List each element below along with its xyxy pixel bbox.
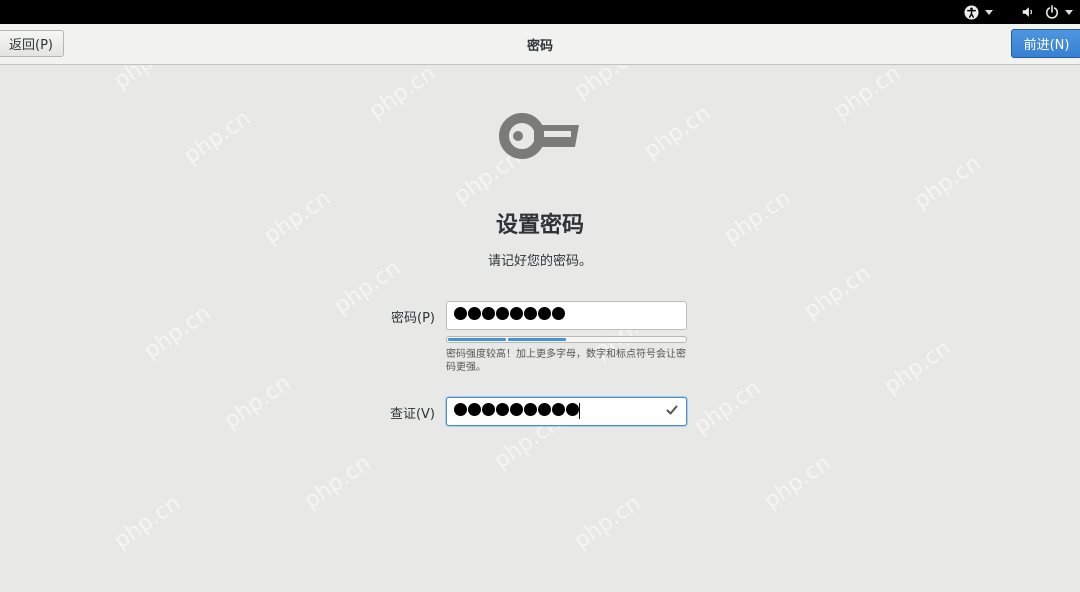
password-dot <box>510 307 523 320</box>
header-bar: 密码 返回(P) 前进(N) <box>0 24 1080 65</box>
accessibility-menu[interactable] <box>964 0 993 24</box>
section-title: 设置密码 <box>495 213 584 238</box>
checkmark-icon <box>666 405 678 415</box>
password-dot <box>538 307 551 320</box>
page-title: 密码 <box>526 38 553 54</box>
password-dot <box>538 403 551 416</box>
watermark-text: php.cn <box>299 450 376 515</box>
power-icon <box>1045 5 1059 19</box>
password-dot <box>482 307 495 320</box>
password-field[interactable] <box>446 301 687 330</box>
watermark-text: php.cn <box>909 150 986 215</box>
watermark-text: php.cn <box>109 490 186 555</box>
watermark-text: php.cn <box>759 450 836 515</box>
watermark-text: php.cn <box>569 490 646 555</box>
password-dot <box>468 403 481 416</box>
chevron-down-icon <box>1065 9 1073 15</box>
password-dot <box>454 403 467 416</box>
strength-segment <box>627 338 685 341</box>
watermark-text: php.cn <box>879 335 956 400</box>
strength-segment <box>448 338 506 341</box>
watermark-text: php.cn <box>139 300 216 365</box>
confirm-label: 查证(V) <box>389 407 435 422</box>
volume-icon <box>1022 7 1033 17</box>
password-label: 密码(P) <box>391 311 435 326</box>
password-dot <box>524 307 537 320</box>
password-strength-hint: 密码强度较高！加上更多字母，数字和标点符号会让密码更强。 <box>446 349 686 373</box>
watermark-text: php.cn <box>219 370 296 435</box>
password-dot <box>552 403 565 416</box>
password-dot <box>566 403 579 416</box>
strength-segment <box>507 338 566 341</box>
watermark-text: php.cn <box>364 60 441 125</box>
confirm-masked-value <box>454 403 579 416</box>
password-dot <box>468 307 481 320</box>
password-dot <box>496 307 509 320</box>
accessibility-icon <box>964 4 979 20</box>
next-button[interactable]: 前进(N) <box>1011 29 1080 58</box>
password-dot <box>552 307 565 320</box>
watermark-text: php.cn <box>689 375 766 440</box>
password-dot <box>482 403 495 416</box>
watermark-text: php.cn <box>799 260 876 325</box>
password-strength-bar <box>446 336 687 343</box>
confirm-password-field[interactable] <box>446 397 687 426</box>
text-cursor <box>579 403 580 419</box>
system-top-bar <box>0 0 1080 24</box>
password-dot <box>510 403 523 416</box>
strength-segment <box>568 338 626 341</box>
password-dot <box>524 403 537 416</box>
chevron-down-icon <box>985 9 993 15</box>
status-menu[interactable] <box>1021 0 1073 24</box>
key-icon <box>499 113 579 159</box>
watermark-text: php.cn <box>179 105 256 170</box>
watermark-text: php.cn <box>639 100 716 165</box>
password-dot <box>454 307 467 320</box>
watermark-text: php.cn <box>829 60 906 125</box>
back-button[interactable]: 返回(P) <box>0 30 64 57</box>
password-dot <box>496 403 509 416</box>
section-subtitle: 请记好您的密码。 <box>487 254 592 269</box>
password-masked-value <box>454 307 565 320</box>
